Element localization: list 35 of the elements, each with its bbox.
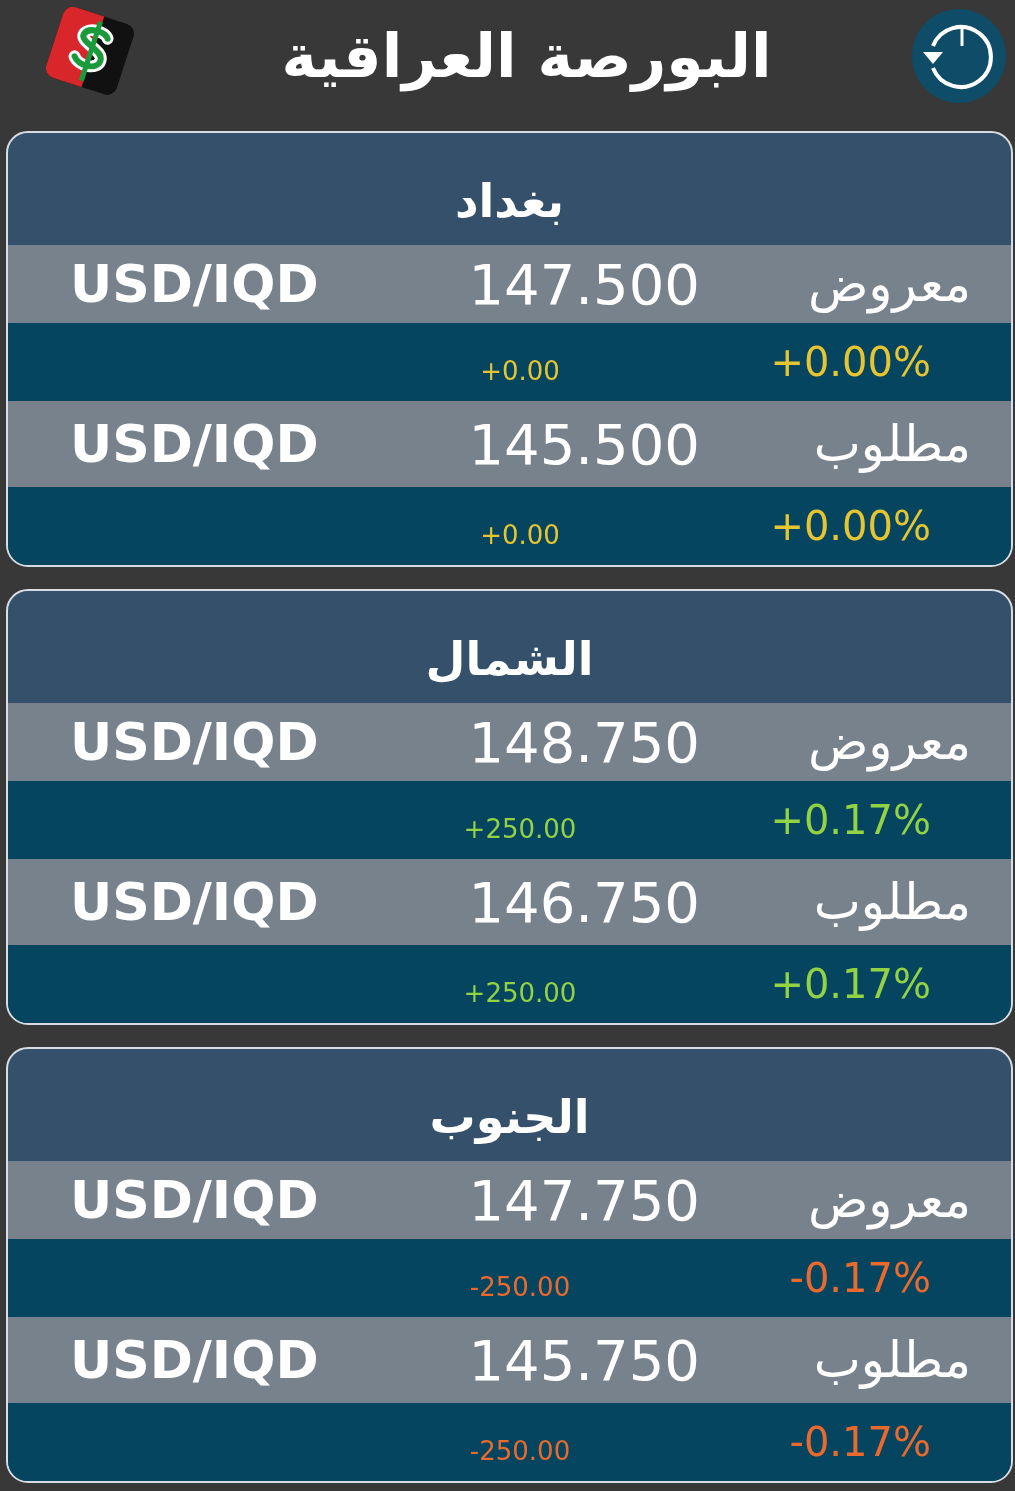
price-value: 147.500	[467, 251, 700, 317]
quote-label: مطلوب	[812, 415, 971, 473]
change-percent: +0.17%	[769, 797, 932, 843]
market-name: بغداد	[454, 174, 565, 228]
currency-pair: USD/IQD	[70, 1170, 320, 1230]
change-value: +0.00	[479, 520, 561, 550]
market-name: الشمال	[425, 632, 594, 686]
change-percent: -0.17%	[788, 1419, 932, 1465]
currency-pair: USD/IQD	[70, 414, 320, 474]
quote-label: مطلوب	[812, 1331, 971, 1389]
price-value: 148.750	[467, 709, 700, 775]
quote-label: معروض	[806, 1171, 971, 1229]
change-value: +0.00	[479, 356, 561, 386]
currency-pair: USD/IQD	[70, 254, 320, 314]
market-name: الجنوب	[429, 1090, 590, 1144]
change-percent: -0.17%	[788, 1255, 932, 1301]
change-percent: +0.00%	[769, 503, 932, 549]
currency-pair: USD/IQD	[70, 1330, 320, 1390]
history-clock-icon[interactable]	[911, 7, 1007, 104]
change-percent: +0.00%	[769, 339, 932, 385]
quote-label: مطلوب	[812, 873, 971, 931]
change-percent: +0.17%	[769, 961, 932, 1007]
change-value: -250.00	[468, 1272, 572, 1302]
change-value: +250.00	[462, 814, 578, 844]
change-value: +250.00	[462, 978, 578, 1008]
currency-pair: USD/IQD	[70, 712, 320, 772]
price-value: 147.750	[467, 1167, 700, 1233]
price-value: 145.750	[467, 1327, 700, 1393]
currency-pair: USD/IQD	[70, 872, 320, 932]
price-value: 146.750	[467, 869, 700, 935]
price-value: 145.500	[467, 411, 700, 477]
change-value: -250.00	[468, 1436, 572, 1466]
quote-label: معروض	[806, 255, 971, 313]
app-title: البورصة العراقية	[281, 20, 772, 91]
quote-label: معروض	[806, 713, 971, 771]
